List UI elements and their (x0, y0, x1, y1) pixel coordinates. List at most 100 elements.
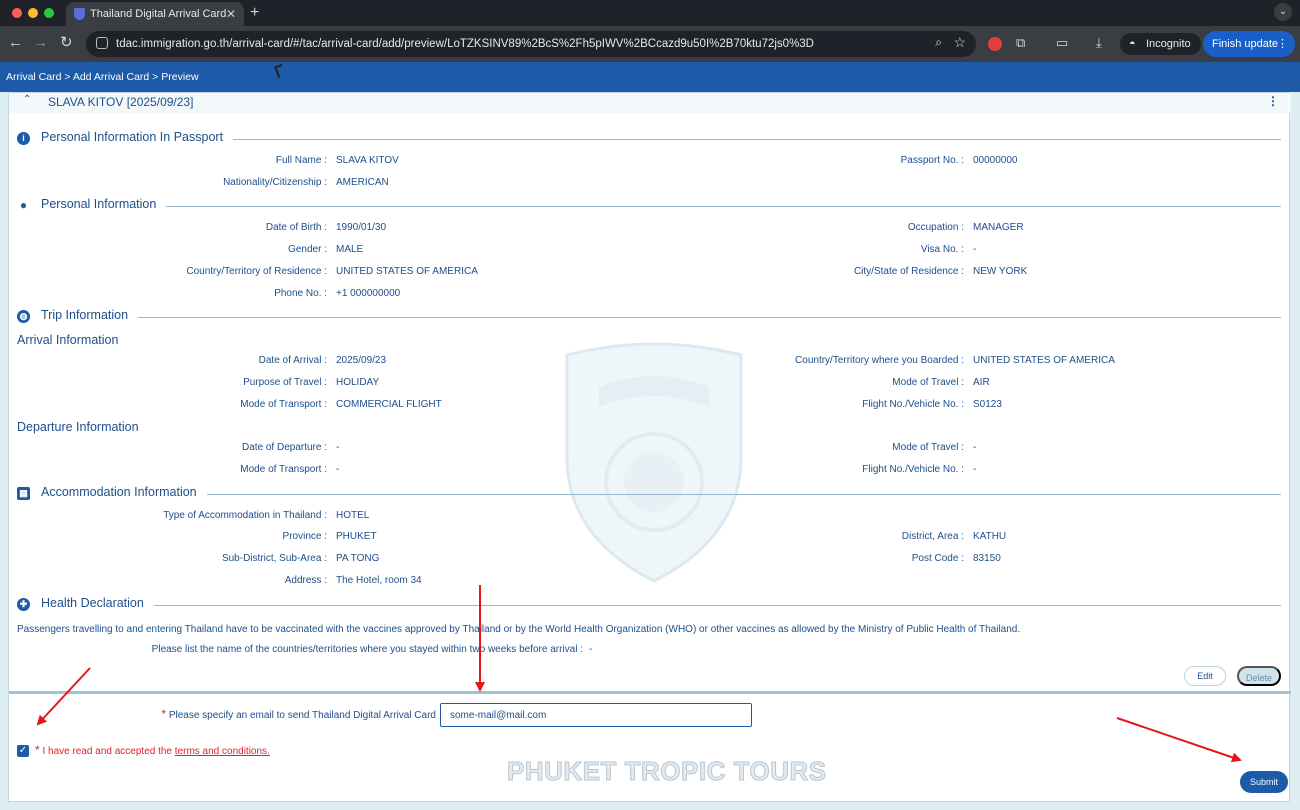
visa-value: - (973, 244, 977, 255)
boarded-value: UNITED STATES OF AMERICA (973, 355, 1115, 366)
download-icon[interactable]: ⤓ (1096, 35, 1102, 51)
zoom-icon[interactable]: ⌕ (935, 35, 942, 50)
submit-button[interactable]: Submit (1240, 771, 1288, 793)
reload-icon[interactable]: ↻ (60, 33, 73, 53)
address-bar[interactable]: tdac.immigration.go.th/arrival-card/#/ta… (86, 31, 976, 57)
building-icon: ▦ (17, 487, 30, 500)
section-passport: i Personal Information In Passport (17, 130, 1281, 148)
residence-city-value: NEW YORK (973, 266, 1028, 277)
section-accommodation: ▦ Accommodation Information (17, 485, 1281, 503)
finish-update-button[interactable]: Finish update ⋮ (1203, 31, 1295, 57)
arrival-heading: Arrival Information (17, 333, 119, 347)
page: Arrival Card > Add Arrival Card > Previe… (0, 62, 1300, 810)
passenger-title: SLAVA KITOV [2025/09/23] (48, 95, 194, 109)
district-value: KATHU (973, 531, 1007, 542)
extension-icon[interactable] (988, 37, 1002, 51)
cast-icon[interactable]: ▭ (1056, 35, 1068, 51)
section-title: Accommodation Information (41, 485, 207, 499)
departure-flight-value: - (973, 464, 977, 475)
breadcrumb: Arrival Card > Add Arrival Card > Previe… (0, 62, 1300, 92)
residence-city-label: City/State of Residence : (853, 266, 964, 277)
section-title: Trip Information (41, 308, 139, 322)
section-trip: ◍ Trip Information (17, 308, 1281, 326)
arrival-mode-travel-value: AIR (973, 377, 990, 388)
accommodation-type-label: Type of Accommodation in Thailand : (163, 510, 327, 521)
terms-label: * I have read and accepted the terms and… (35, 743, 270, 757)
info-icon: i (17, 132, 30, 145)
delete-button[interactable]: Delete (1237, 666, 1281, 686)
more-vertical-icon[interactable]: ⋮ (1267, 94, 1279, 108)
close-icon[interactable]: ✕ (226, 2, 236, 26)
person-icon: ● (19, 198, 28, 212)
passport-no-value: 00000000 (973, 155, 1018, 166)
terms-checkbox[interactable]: ✓ (17, 745, 29, 757)
departure-mode-travel-label: Mode of Travel : (892, 442, 964, 453)
occupation-value: MANAGER (973, 222, 1024, 233)
more-icon[interactable]: ⋮ (1277, 31, 1288, 57)
email-label-text: Please specify an email to send Thailand… (168, 710, 436, 721)
departure-mode-travel-value: - (973, 442, 977, 453)
postcode-label: Post Code : (911, 553, 964, 564)
chevron-down-icon[interactable]: ⌄ (1274, 3, 1292, 21)
edit-button[interactable]: Edit (1184, 666, 1226, 686)
required-mark: * (35, 743, 40, 757)
required-mark: * (161, 707, 167, 721)
bookmark-star-icon[interactable]: ☆ (953, 34, 966, 51)
passenger-panel-header[interactable]: ⌃ SLAVA KITOV [2025/09/23] ⋮ (9, 93, 1291, 113)
back-arrow-icon[interactable]: ← (8, 33, 23, 53)
section-divider (41, 605, 1281, 606)
section-divider (41, 317, 1281, 318)
section-title: Health Declaration (41, 596, 154, 610)
email-input[interactable] (440, 703, 752, 727)
browser-tab-bar: Thailand Digital Arrival Card ✕ + ⌄ (0, 0, 1300, 26)
panel-divider (9, 691, 1291, 694)
boarded-label: Country/Territory where you Boarded : (795, 355, 964, 366)
browser-toolbar: ← → ↻ tdac.immigration.go.th/arrival-car… (0, 26, 1300, 62)
minimize-window-button[interactable] (28, 8, 38, 18)
maximize-window-button[interactable] (44, 8, 54, 18)
arrival-mode-travel-label: Mode of Travel : (892, 377, 964, 388)
postcode-value: 83150 (973, 553, 1001, 564)
departure-flight-label: Flight No./Vehicle No. : (862, 464, 964, 475)
incognito-label: Incognito (1146, 38, 1191, 50)
globe-icon: ◍ (17, 310, 30, 323)
passport-no-label: Passport No. : (900, 155, 964, 166)
phone-value: +1 000000000 (336, 288, 401, 299)
email-label: * Please specify an email to send Thaila… (9, 707, 436, 721)
new-tab-button[interactable]: + (250, 2, 259, 24)
incognito-icon: ◓ (1129, 38, 1136, 50)
nationality-label: Nationality/Citizenship : (223, 177, 327, 188)
finish-update-label: Finish update (1212, 38, 1279, 50)
breadcrumb-text[interactable]: Arrival Card > Add Arrival Card > Previe… (6, 71, 199, 83)
browser-tab[interactable]: Thailand Digital Arrival Card ✕ (66, 2, 244, 26)
terms-prefix: I have read and accepted the (42, 746, 172, 757)
close-window-button[interactable] (12, 8, 22, 18)
police-badge-icon (74, 8, 85, 20)
section-title: Personal Information (41, 197, 167, 211)
phone-label: Phone No. : (274, 288, 327, 299)
countries-stayed-label: Please list the name of the countries/te… (151, 644, 583, 655)
nationality-value: AMERICAN (336, 177, 389, 188)
mouse-cursor-icon (274, 63, 286, 79)
arrival-card-preview: ⌃ SLAVA KITOV [2025/09/23] ⋮ i Personal … (8, 92, 1291, 802)
terms-link[interactable]: terms and conditions. (175, 746, 270, 757)
shield-icon: ✚ (17, 598, 30, 611)
section-title: Personal Information In Passport (41, 130, 234, 144)
district-label: District, Area : (901, 531, 964, 542)
occupation-label: Occupation : (907, 222, 964, 233)
puzzle-icon[interactable]: ⧉ (1016, 35, 1025, 51)
section-divider (41, 494, 1281, 495)
address-label: Address : (284, 575, 327, 586)
section-personal: ● Personal Information (17, 197, 1281, 215)
site-info-icon[interactable] (96, 37, 108, 49)
accommodation-type-value: HOTEL (336, 510, 370, 521)
arrival-flight-value: S0123 (973, 399, 1002, 410)
visa-label: Visa No. : (920, 244, 964, 255)
incognito-badge[interactable]: ◓ Incognito (1120, 33, 1201, 55)
forward-arrow-icon[interactable]: → (33, 33, 48, 53)
tab-title: Thailand Digital Arrival Card (90, 8, 227, 20)
countries-stayed-value: - (589, 644, 593, 655)
chevron-up-icon[interactable]: ⌃ (23, 94, 31, 105)
vaccination-notice: Passengers travelling to and entering Th… (17, 624, 1021, 635)
url-text[interactable]: tdac.immigration.go.th/arrival-card/#/ta… (116, 31, 814, 57)
